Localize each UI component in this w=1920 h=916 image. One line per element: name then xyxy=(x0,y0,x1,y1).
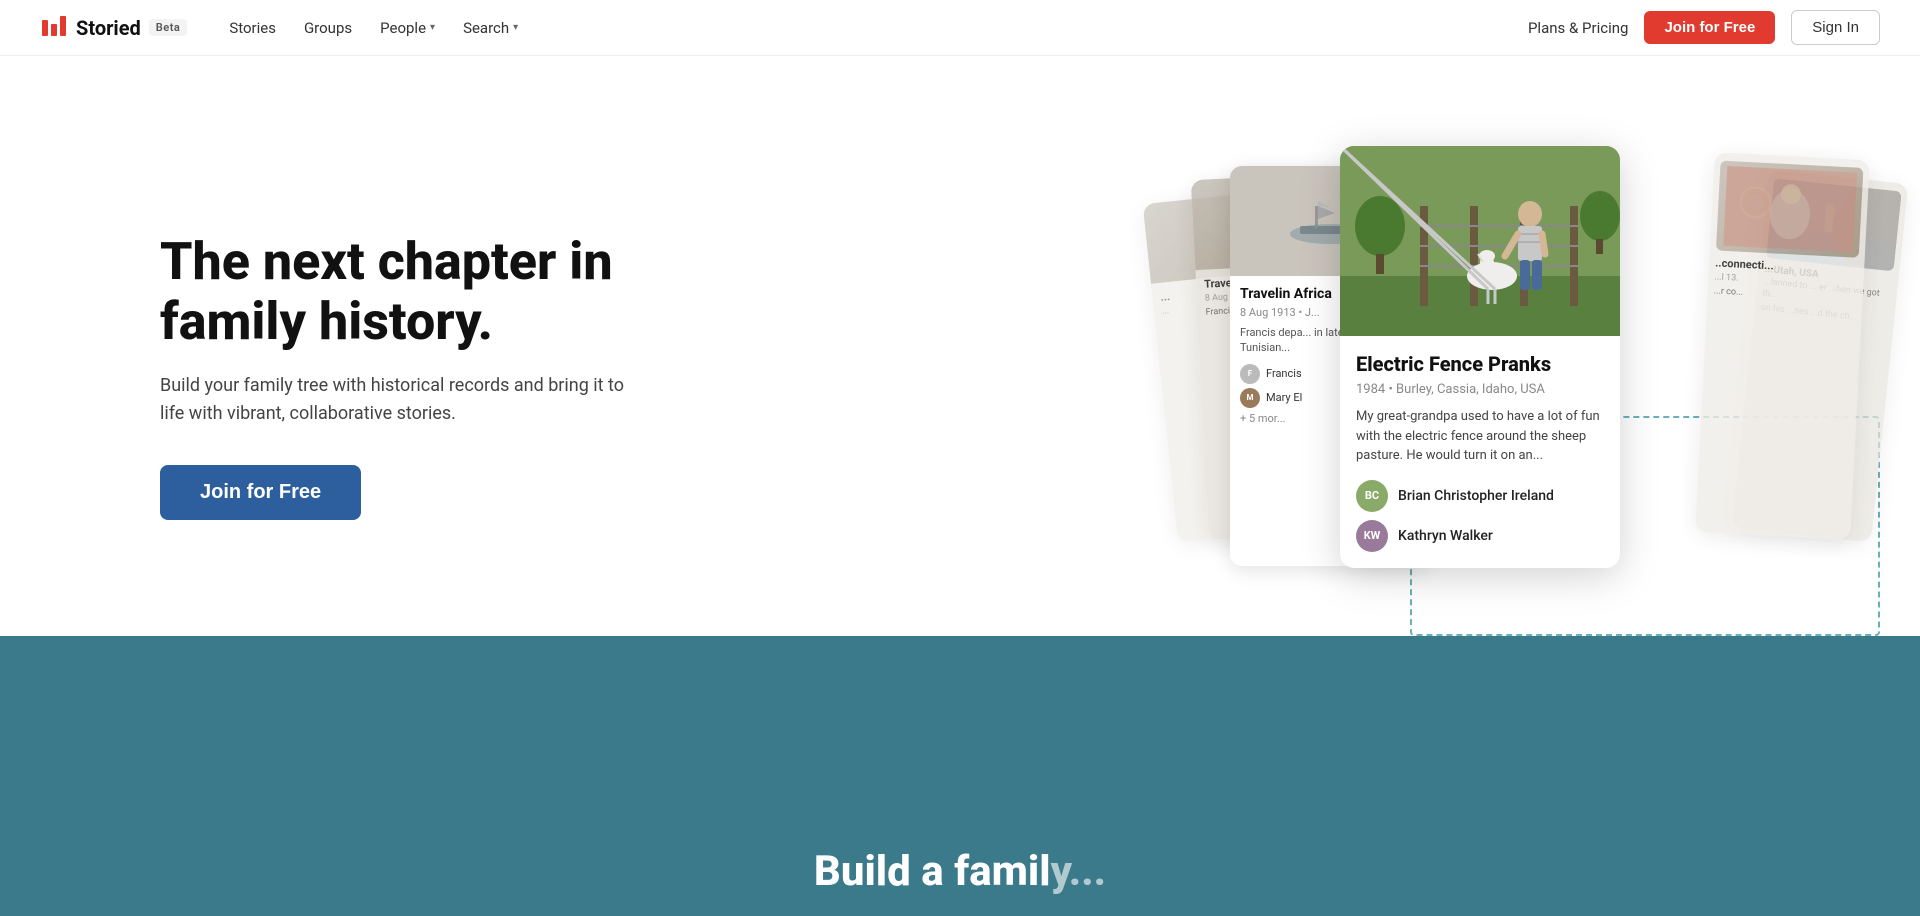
card-mid-author2-name: Mary El xyxy=(1266,391,1302,404)
card-main-body: Electric Fence Pranks 1984 • Burley, Cas… xyxy=(1340,336,1620,568)
teal-section: Build a family... xyxy=(0,636,1920,916)
card-main-image xyxy=(1340,146,1620,336)
search-chevron-icon: ▾ xyxy=(513,22,518,33)
card-main-meta: 1984 • Burley, Cassia, Idaho, USA xyxy=(1356,382,1604,397)
card-main-author2-row: KW Kathryn Walker xyxy=(1356,520,1604,552)
hero-text-block: The next chapter in family history. Buil… xyxy=(160,232,640,520)
hero-cards-area: ... ... Travelin... 8 Aug 1913 Francis d… xyxy=(1180,116,1880,636)
storied-logo-icon xyxy=(40,14,68,42)
card-right-text: ...r co... xyxy=(1713,286,1856,305)
nav-links: Stories Groups People ▾ Search ▾ xyxy=(219,13,528,43)
nav-search[interactable]: Search ▾ xyxy=(453,13,528,43)
hero-title: The next chapter in family history. xyxy=(160,232,640,352)
hero-section: The next chapter in family history. Buil… xyxy=(0,56,1920,636)
right-card-illustration xyxy=(1723,166,1857,253)
card-mid-avatar2: M xyxy=(1240,388,1260,408)
people-chevron-icon: ▾ xyxy=(430,22,435,33)
card-main-author2-name: Kathryn Walker xyxy=(1398,528,1493,544)
signin-button[interactable]: Sign In xyxy=(1791,10,1880,45)
card-right-content: ..connecti... ...l 13. ...r co... xyxy=(1707,152,1870,314)
join-free-hero-button[interactable]: Join for Free xyxy=(160,465,361,520)
teal-content: Build a family... xyxy=(774,807,1146,916)
bg-card-right: ..connecti... ...l 13. ...r co... xyxy=(1695,152,1870,540)
navbar: Storied Beta Stories Groups People ▾ Sea… xyxy=(0,0,1920,56)
nav-right: Plans & Pricing Join for Free Sign In xyxy=(1528,10,1880,45)
card-mid-author1-name: Francis xyxy=(1266,367,1302,380)
farm-scene-illustration xyxy=(1340,146,1620,336)
card-main-avatar2: KW xyxy=(1356,520,1388,552)
logo-text: Storied xyxy=(76,16,141,40)
card-main-authors: BC Brian Christopher Ireland KW Kathryn … xyxy=(1356,480,1604,552)
hero-subtitle: Build your family tree with historical r… xyxy=(160,372,640,430)
logo[interactable]: Storied Beta xyxy=(40,14,187,42)
nav-left: Storied Beta Stories Groups People ▾ Sea… xyxy=(40,13,528,43)
join-free-nav-button[interactable]: Join for Free xyxy=(1644,11,1775,44)
card-right-image xyxy=(1716,161,1864,258)
card-electric-fence: Electric Fence Pranks 1984 • Burley, Cas… xyxy=(1340,146,1620,568)
plans-pricing-link[interactable]: Plans & Pricing xyxy=(1528,19,1628,37)
card-main-author1-name: Brian Christopher Ireland xyxy=(1398,488,1554,504)
card-mid-avatar1: F xyxy=(1240,364,1260,384)
card-main-avatar1: BC xyxy=(1356,480,1388,512)
card-main-text: My great-grandpa used to have a lot of f… xyxy=(1356,407,1604,466)
nav-groups[interactable]: Groups xyxy=(294,13,362,43)
nav-people[interactable]: People ▾ xyxy=(370,13,445,43)
card-main-title: Electric Fence Pranks xyxy=(1356,352,1604,376)
teal-section-title: Build a family... xyxy=(814,847,1106,896)
nav-stories[interactable]: Stories xyxy=(219,13,286,43)
beta-badge: Beta xyxy=(149,19,188,36)
card-main-author1-row: BC Brian Christopher Ireland xyxy=(1356,480,1604,512)
